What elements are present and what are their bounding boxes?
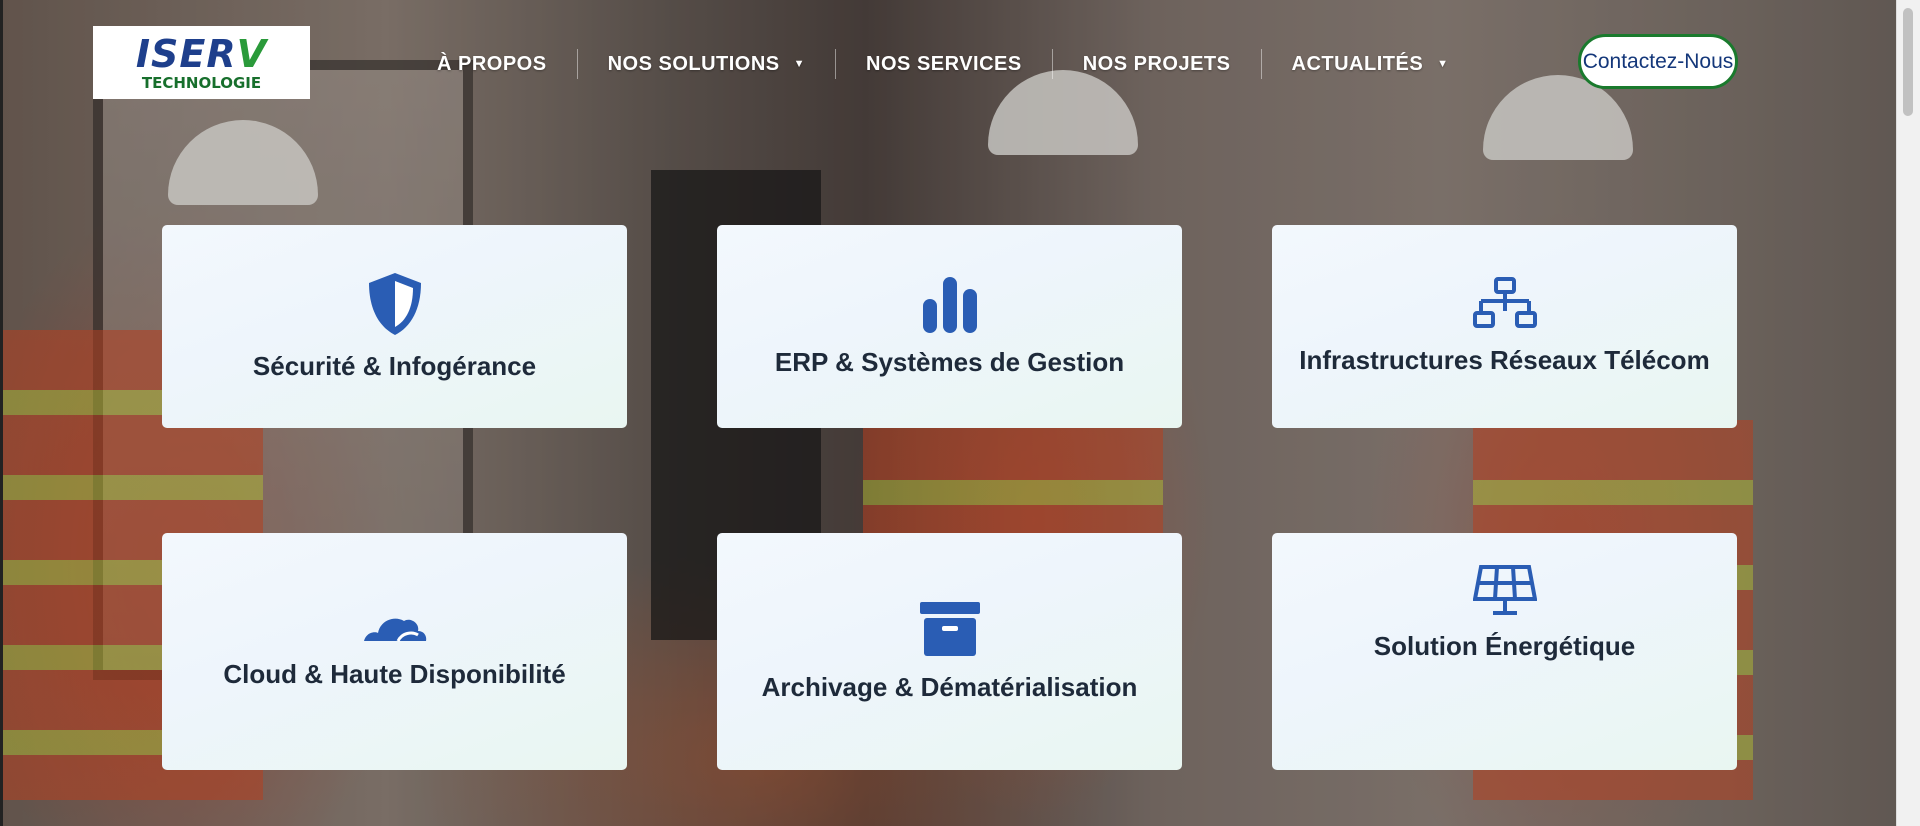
shield-icon [368,273,421,335]
card-infrastructures[interactable]: Infrastructures Réseaux Télécom [1272,225,1737,428]
solar-panel-icon [1472,565,1537,615]
network-icon [1472,277,1537,328]
card-title: Cloud & Haute Disponibilité [223,659,566,689]
page: ISERV TECHNOLOGIE À PROPOS NOS SOLUTIONS… [0,0,1920,826]
card-cloud[interactable]: Cloud & Haute Disponibilité [162,533,627,770]
logo-brand: ISERV [135,31,268,76]
site-header: ISERV TECHNOLOGIE À PROPOS NOS SOLUTIONS… [3,0,1900,128]
contact-us-button[interactable]: Contactez-Nous [1578,34,1738,89]
nav-item-label: NOS SERVICES [866,52,1022,75]
card-title: Sécurité & Infogérance [252,351,537,381]
card-title: ERP & Systèmes de Gestion [774,347,1125,377]
nav-item-label: NOS SOLUTIONS [607,52,780,75]
card-title: Infrastructures Réseaux Télécom [1299,345,1710,375]
logo-subtitle: TECHNOLOGIE [141,73,262,92]
nav-item-nos-services[interactable]: NOS SERVICES [836,53,1052,76]
card-title: Archivage & Dématérialisation [761,672,1138,702]
nav-item-actualites[interactable]: ACTUALITÉS ▼ [1262,53,1479,76]
card-erp[interactable]: ERP & Systèmes de Gestion [717,225,1182,428]
nav-item-nos-solutions[interactable]: NOS SOLUTIONS ▼ [578,53,835,76]
nav-item-label: NOS PROJETS [1082,52,1231,75]
nav-item-nos-projets[interactable]: NOS PROJETS [1053,53,1261,76]
card-securite[interactable]: Sécurité & Infogérance [162,225,627,428]
scrollbar[interactable] [1896,0,1920,826]
nav-item-label: ACTUALITÉS [1291,52,1424,75]
caret-down-icon: ▼ [1437,58,1449,70]
nav-item-label: À PROPOS [437,52,547,75]
cloud-icon [363,618,426,642]
card-archivage[interactable]: Archivage & Dématérialisation [717,533,1182,770]
company-logo[interactable]: ISERV TECHNOLOGIE [93,26,310,99]
caret-down-icon: ▼ [793,58,806,70]
main-nav: À PROPOS NOS SOLUTIONS ▼ NOS SERVICES NO… [415,48,1479,80]
scrollbar-thumb[interactable] [1903,8,1913,116]
card-energie[interactable]: Solution Énergétique [1272,533,1737,770]
card-title: Solution Énergétique [1373,631,1636,661]
archive-box-icon [919,602,980,656]
bar-chart-icon [922,277,977,333]
nav-item-a-propos[interactable]: À PROPOS [415,53,577,76]
